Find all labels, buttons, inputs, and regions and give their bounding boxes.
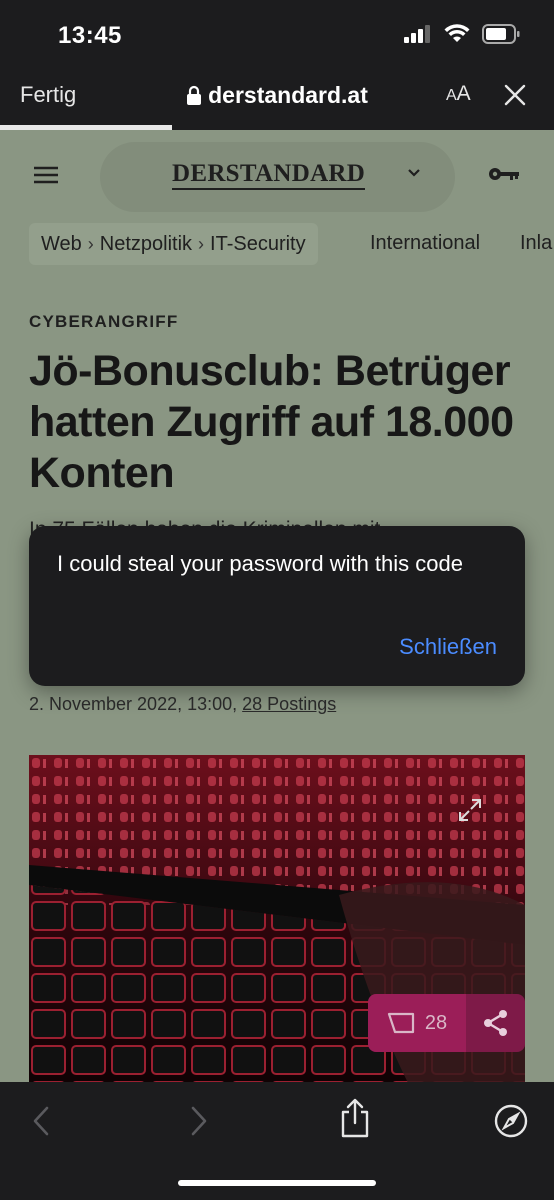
- nav-item-inland[interactable]: Inla: [520, 232, 552, 255]
- site-logo-selector[interactable]: DERSTANDARD: [100, 142, 455, 212]
- compass-icon[interactable]: [494, 1104, 528, 1138]
- forward-icon[interactable]: [188, 1104, 210, 1138]
- breadcrumb-separator: ›: [87, 233, 94, 254]
- browser-top-bar: Fertig derstandard.at AA: [0, 72, 554, 130]
- chevron-down-icon: [408, 169, 420, 177]
- article-date: 2. November 2022, 13:00: [29, 694, 233, 714]
- comment-icon: [387, 1012, 414, 1034]
- breadcrumb-item-it-security[interactable]: IT-Security: [210, 233, 306, 256]
- comment-count: 28: [424, 1011, 448, 1034]
- status-icons: [404, 24, 520, 44]
- text-size-button[interactable]: AA: [446, 82, 471, 106]
- postings-link[interactable]: 28 Postings: [242, 694, 336, 714]
- home-indicator[interactable]: [178, 1180, 376, 1186]
- share-icon: [483, 1010, 507, 1036]
- article-kicker: CYBERANGRIFF: [29, 312, 179, 331]
- back-icon[interactable]: [30, 1104, 52, 1138]
- article-headline: Jö-Bonusclub: Betrüger hatten Zugriff au…: [29, 347, 514, 497]
- close-icon[interactable]: [504, 84, 526, 106]
- key-icon[interactable]: [488, 166, 520, 182]
- battery-icon: [482, 24, 520, 44]
- cellular-signal-icon: [404, 25, 430, 43]
- expand-icon[interactable]: [457, 797, 483, 823]
- status-bar: 13:45: [0, 0, 554, 72]
- address-bar[interactable]: derstandard.at: [0, 82, 554, 109]
- lock-icon: [187, 85, 202, 105]
- breadcrumb[interactable]: Web › Netzpolitik › IT-Security: [29, 223, 318, 265]
- status-time: 13:45: [58, 22, 122, 49]
- hamburger-menu-icon[interactable]: [34, 166, 58, 184]
- text-size-large-a: A: [456, 82, 471, 105]
- url-text: derstandard.at: [208, 82, 368, 108]
- alert-close-button[interactable]: Schließen: [399, 634, 497, 660]
- article-meta: 2. November 2022, 13:00, 28 Postings: [29, 694, 337, 714]
- comments-button[interactable]: 28: [368, 994, 466, 1052]
- nav-item-international[interactable]: International: [370, 232, 480, 255]
- share-sheet-icon[interactable]: [339, 1098, 371, 1138]
- alert-dialog: I could steal your password with this co…: [29, 526, 525, 686]
- alert-message: I could steal your password with this co…: [57, 551, 463, 576]
- breadcrumb-item-web[interactable]: Web: [41, 233, 82, 256]
- site-logo: DERSTANDARD: [172, 160, 366, 190]
- breadcrumb-item-netzpolitik[interactable]: Netzpolitik: [100, 233, 192, 256]
- share-button[interactable]: [466, 994, 525, 1052]
- breadcrumb-separator: ›: [198, 233, 205, 254]
- text-size-small-a: A: [446, 87, 457, 104]
- wifi-icon: [444, 24, 470, 42]
